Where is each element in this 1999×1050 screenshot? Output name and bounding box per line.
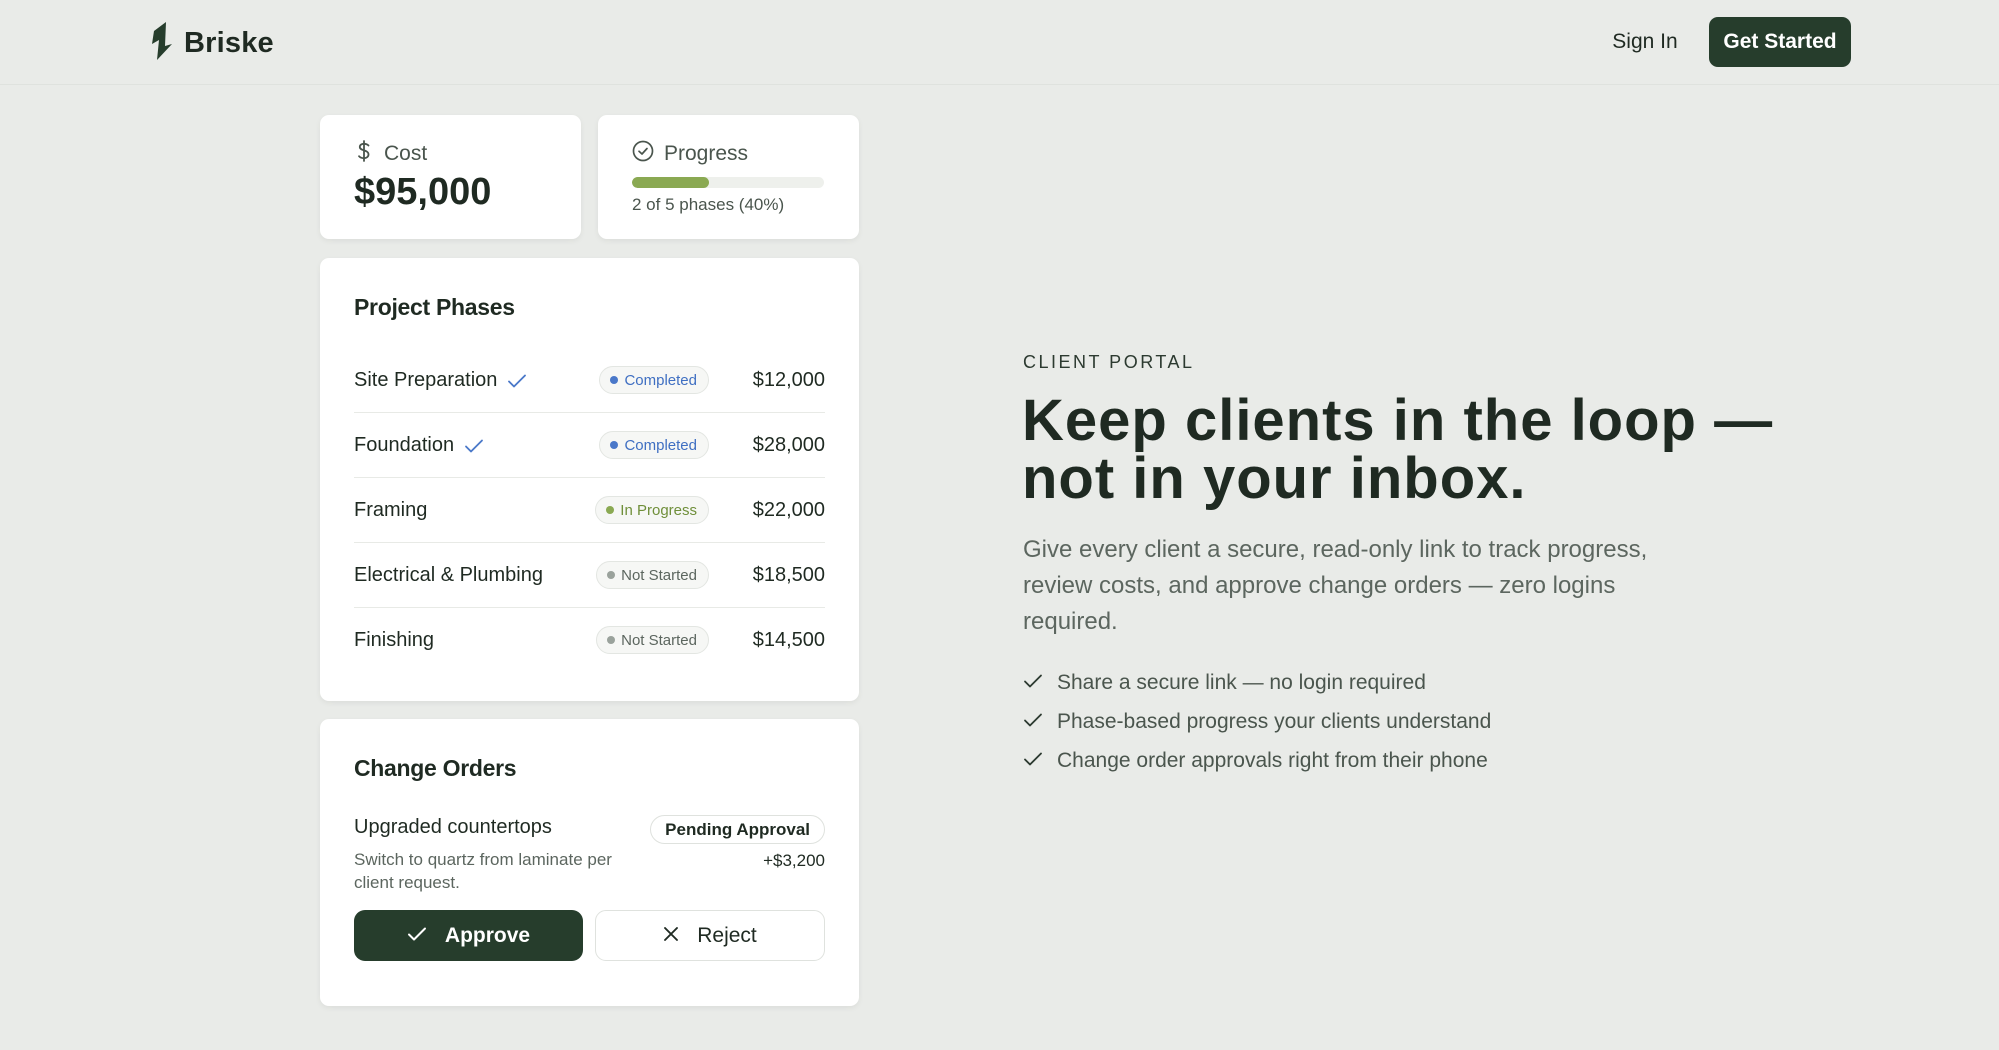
- order-name: Upgraded countertops: [354, 816, 552, 838]
- progress-label: Progress: [664, 142, 749, 165]
- project-phases-card: Project Phases Site Preparation Complete…: [320, 258, 859, 701]
- checkmark-icon: [464, 438, 484, 454]
- get-started-button[interactable]: Get Started: [1709, 17, 1851, 67]
- progress-bar-fill: [632, 177, 709, 188]
- status-badge: In Progress: [595, 496, 709, 524]
- status-label: Not Started: [621, 566, 697, 584]
- checkmark-icon: [1023, 671, 1043, 695]
- phase-row[interactable]: Electrical & Plumbing Not Started $18,50…: [354, 543, 825, 608]
- pending-approval-badge: Pending Approval: [650, 815, 825, 844]
- status-badge: Completed: [599, 366, 709, 394]
- reject-label: Reject: [697, 923, 757, 947]
- phase-amount: $22,000: [752, 499, 825, 521]
- status-badge: Not Started: [596, 561, 709, 589]
- hero-lead: Give every client a secure, read-only li…: [1023, 536, 1648, 635]
- phase-name-wrap: Framing: [354, 499, 427, 522]
- status-dot: [607, 571, 616, 579]
- progress-bar: [632, 177, 824, 188]
- approve-button[interactable]: Approve: [354, 910, 583, 961]
- progress-text: 2 of 5 phases (40%): [632, 195, 785, 214]
- sign-in-button[interactable]: Sign In: [1595, 17, 1695, 67]
- status-label: In Progress: [620, 501, 697, 519]
- cost-label: Cost: [384, 142, 428, 165]
- cost-card: Cost $95,000: [320, 115, 581, 239]
- dollar-icon: [354, 140, 374, 168]
- phase-amount: $14,500: [752, 629, 825, 651]
- change-orders-card: Change Orders Upgraded countertops Switc…: [320, 719, 859, 1006]
- phase-list: Site Preparation Completed $12,000 Found…: [354, 348, 825, 673]
- status-dot: [610, 441, 619, 449]
- bolt-icon: [150, 22, 176, 65]
- order-amount: +$3,200: [763, 851, 825, 870]
- status-label: Completed: [624, 371, 697, 389]
- phase-amount: $28,000: [752, 434, 825, 456]
- approve-label: Approve: [444, 923, 531, 947]
- feature-item: Share a secure link — no login required: [1023, 663, 1491, 702]
- phase-row[interactable]: Foundation Completed $28,000: [354, 413, 825, 478]
- phase-name: Electrical & Plumbing: [354, 564, 543, 586]
- close-icon: [663, 924, 679, 948]
- feature-item: Change order approvals right from their …: [1023, 741, 1491, 780]
- hero-headline: Keep clients in the loop — not in your i…: [1022, 388, 1774, 511]
- phase-amount: $18,500: [752, 564, 825, 586]
- checkmark-icon: [1023, 749, 1043, 773]
- phase-name: Foundation: [354, 434, 455, 456]
- order-description: Switch to quartz from laminate per clien…: [354, 850, 612, 892]
- progress-card: Progress 2 of 5 phases (40%): [598, 115, 859, 239]
- progress-header: Progress: [632, 140, 748, 168]
- phase-name: Site Preparation: [354, 369, 498, 391]
- brand-name: Briske: [184, 27, 274, 59]
- eyebrow-label: CLIENT PORTAL: [1023, 352, 1195, 372]
- phase-name-wrap: Electrical & Plumbing: [354, 564, 543, 587]
- phase-row[interactable]: Site Preparation Completed $12,000: [354, 348, 825, 413]
- feature-text: Phase-based progress your clients unders…: [1057, 709, 1492, 733]
- phase-name-wrap: Foundation: [354, 434, 484, 457]
- status-dot: [610, 376, 619, 384]
- feature-text: Change order approvals right from their …: [1057, 748, 1488, 772]
- checkmark-icon: [407, 924, 427, 948]
- brand-logo[interactable]: Briske: [150, 22, 274, 65]
- phase-name-wrap: Site Preparation: [354, 369, 527, 392]
- phase-name-wrap: Finishing: [354, 629, 434, 652]
- status-dot: [607, 636, 616, 644]
- feature-list: Share a secure link — no login required …: [1023, 663, 1491, 780]
- status-label: Completed: [624, 436, 697, 454]
- check-circle-icon: [632, 140, 654, 168]
- phase-row[interactable]: Finishing Not Started $14,500: [354, 608, 825, 673]
- phase-name: Finishing: [354, 629, 435, 651]
- status-badge: Completed: [599, 431, 709, 459]
- checkmark-icon: [507, 373, 527, 389]
- phase-row[interactable]: Framing In Progress $22,000: [354, 478, 825, 543]
- feature-item: Phase-based progress your clients unders…: [1023, 702, 1491, 741]
- orders-title: Change Orders: [354, 755, 517, 781]
- status-dot: [606, 506, 615, 514]
- status-label: Not Started: [621, 631, 697, 649]
- feature-text: Share a secure link — no login required: [1057, 670, 1426, 694]
- phase-amount: $12,000: [752, 369, 825, 391]
- reject-button[interactable]: Reject: [595, 910, 825, 961]
- status-badge: Not Started: [596, 626, 709, 654]
- cost-header: Cost: [354, 140, 427, 168]
- phase-name: Framing: [354, 499, 428, 521]
- cost-value: $95,000: [354, 171, 492, 213]
- checkmark-icon: [1023, 710, 1043, 734]
- phases-title: Project Phases: [354, 294, 515, 320]
- top-nav: Briske Sign In Get Started: [0, 0, 1999, 85]
